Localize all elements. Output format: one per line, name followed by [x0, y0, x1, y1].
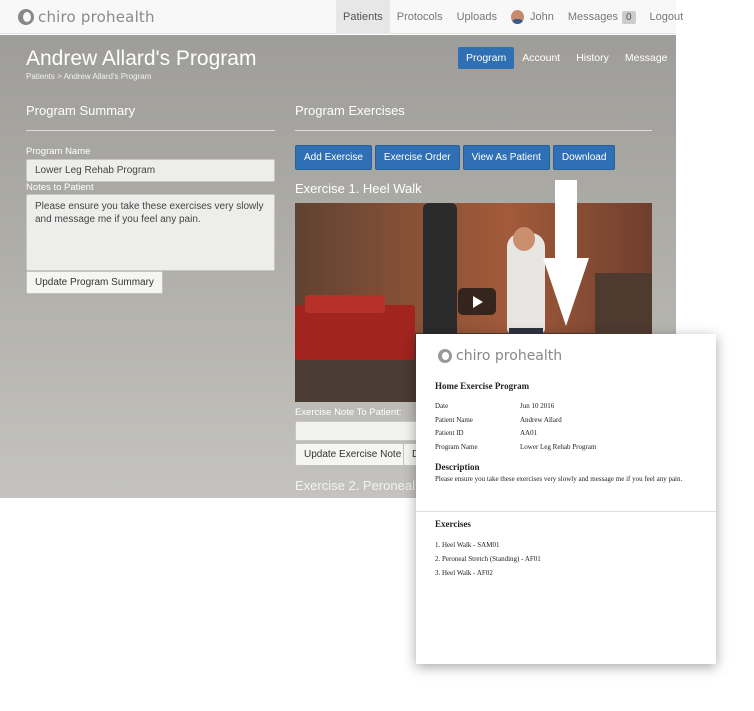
doc-field-row: Program Name Lower Leg Rehab Program [435, 441, 596, 455]
view-as-patient-button[interactable]: View As Patient [462, 145, 550, 170]
doc-logo-icon [438, 349, 452, 363]
doc-divider [416, 511, 716, 512]
doc-description: Please ensure you take these exercises v… [435, 475, 683, 483]
list-item: 3. Heel Walk - AF02 [435, 569, 493, 577]
exercise-program-document: chiro prohealth Home Exercise Program Da… [416, 334, 716, 664]
exercise-2-title: Exercise 2. Peroneal S [295, 478, 428, 493]
exercise-note-label: Exercise Note To Patient: [295, 407, 402, 418]
update-exercise-note-button[interactable]: Update Exercise Note [295, 443, 411, 466]
video-patient-head [513, 227, 535, 251]
nav-item-uploads[interactable]: Uploads [450, 0, 504, 34]
tab-history[interactable]: History [568, 47, 617, 69]
play-icon[interactable] [458, 288, 496, 315]
nav-menu: Patients Protocols Uploads John Messages… [336, 0, 690, 34]
doc-field-value: Lower Leg Rehab Program [520, 442, 597, 451]
doc-exercise-list: 1. Heel Walk - SAM01 2. Peroneal Stretch… [435, 538, 541, 580]
nav-item-logout[interactable]: Logout [643, 0, 691, 34]
exercise-toolbar: Add Exercise Exercise Order View As Pati… [295, 145, 616, 170]
list-item: 1. Heel Walk - SAM01 [435, 541, 500, 549]
nav-item-patients[interactable]: Patients [336, 0, 390, 34]
doc-field-row: Date Jun 10 2016 [435, 400, 596, 414]
doc-field-value: AA01 [520, 429, 538, 437]
add-exercise-button[interactable]: Add Exercise [295, 145, 372, 170]
doc-exercises-heading: Exercises [435, 519, 471, 529]
exercise-order-button[interactable]: Exercise Order [374, 145, 460, 170]
avatar [510, 10, 524, 24]
program-exercises-heading: Program Exercises [295, 103, 405, 118]
program-summary-heading: Program Summary [26, 103, 136, 118]
notes-label: Notes to Patient [26, 182, 94, 193]
messages-badge: 0 [621, 10, 636, 24]
page-title: Andrew Allard's Program [26, 47, 257, 70]
program-name-input[interactable] [26, 159, 275, 182]
logo-icon [18, 9, 34, 25]
program-tabs: Program Account History Message [458, 47, 676, 69]
list-item: 2. Peroneal Stretch (Standing) - AF01 [435, 555, 541, 563]
doc-field-key: Patient Name [435, 415, 473, 424]
doc-details: Date Jun 10 2016 Patient Name Andrew Allar… [435, 400, 596, 454]
top-nav: chiro prohealth Patients Protocols Uploa… [0, 0, 683, 34]
doc-field-row: Patient Name Andrew Allard [435, 414, 596, 428]
doc-logo-text: chiro prohealth [456, 348, 563, 364]
doc-description-heading: Description [435, 462, 480, 472]
nav-item-user[interactable]: John [504, 0, 561, 34]
messages-label: Messages [567, 11, 618, 23]
doc-field-key: Program Name [435, 442, 478, 451]
doc-field-row: Patient ID AA01 [435, 427, 596, 441]
breadcrumb[interactable]: Patients > Andrew Allard's Program [26, 72, 151, 81]
arrow-down-icon [555, 180, 577, 260]
doc-field-value: Andrew Allard [520, 415, 562, 424]
logo-text: chiro prohealth [38, 8, 155, 26]
notes-textarea[interactable]: Please ensure you take these exercises v… [26, 194, 275, 271]
update-summary-button[interactable]: Update Program Summary [26, 271, 163, 294]
arrow-head-icon [543, 258, 589, 326]
tab-message[interactable]: Message [617, 47, 676, 69]
video-sofa-back [305, 295, 385, 313]
logo[interactable]: chiro prohealth [18, 8, 155, 26]
nav-item-messages[interactable]: Messages 0 [561, 0, 643, 34]
divider [26, 130, 275, 131]
divider [295, 130, 652, 131]
download-button[interactable]: Download [552, 145, 616, 170]
video-sofa [295, 305, 415, 360]
doc-logo: chiro prohealth [438, 348, 562, 364]
nav-item-protocols[interactable]: Protocols [390, 0, 450, 34]
doc-heading: Home Exercise Program [435, 381, 530, 391]
user-name: John [529, 11, 554, 23]
tab-account[interactable]: Account [514, 47, 568, 69]
doc-field-key: Patient ID [435, 429, 464, 437]
tab-program[interactable]: Program [458, 47, 515, 69]
exercise-1-title: Exercise 1. Heel Walk [295, 181, 422, 196]
doc-field-key: Date [435, 402, 449, 410]
program-name-label: Program Name [26, 146, 91, 157]
doc-field-value: Jun 10 2016 [520, 402, 555, 410]
